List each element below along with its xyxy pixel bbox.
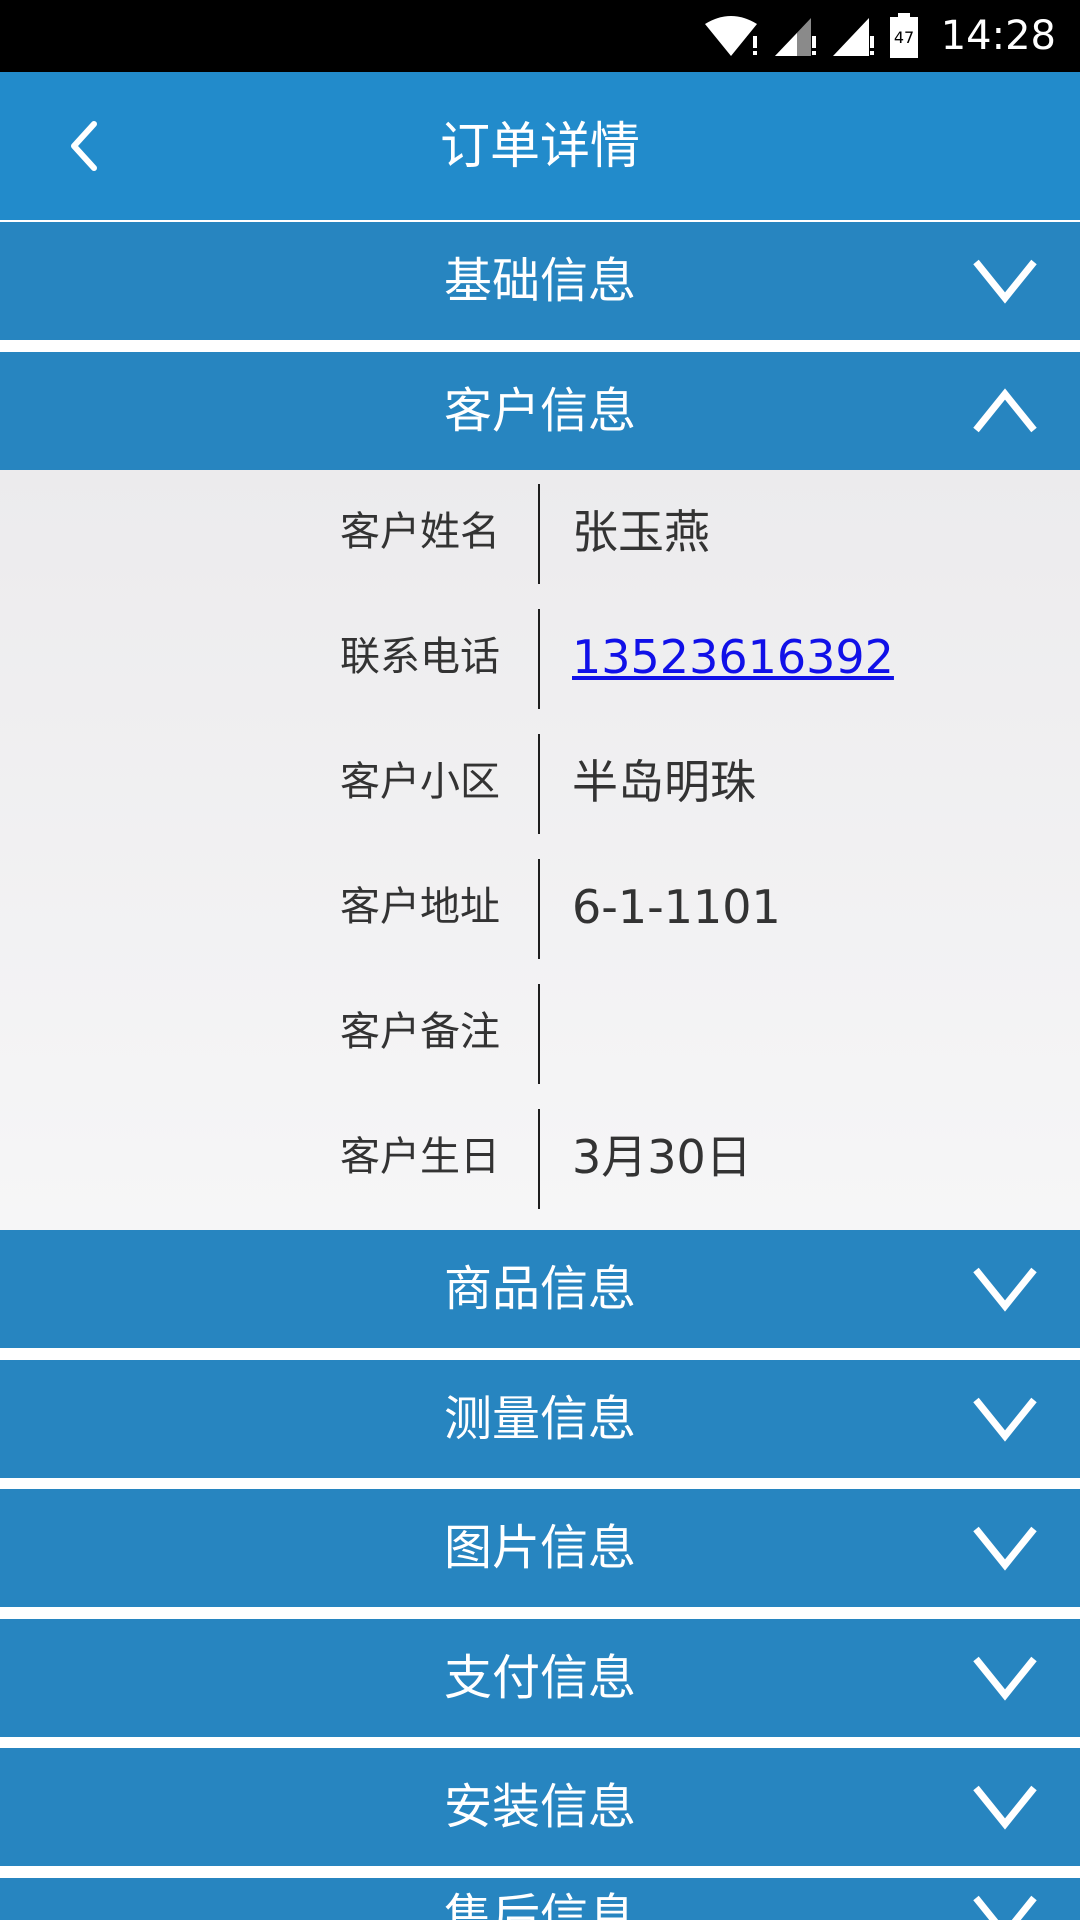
chevron-down-icon: [973, 1895, 1037, 1920]
row-value: [572, 970, 1052, 1095]
section-label: 客户信息: [443, 383, 636, 439]
section-install-info[interactable]: 安装信息: [0, 1748, 1080, 1866]
section-customer-info[interactable]: 客户信息: [0, 352, 1080, 470]
chevron-down-icon: [973, 1397, 1037, 1442]
wifi-icon: [704, 16, 757, 56]
status-time: 14:28: [940, 13, 1056, 59]
signal-icon: [832, 18, 874, 56]
row-value: 张玉燕: [572, 505, 710, 559]
row-divider: [538, 984, 540, 1084]
chevron-up-icon: [973, 388, 1037, 433]
back-arrow-icon: [71, 121, 97, 171]
status-bar: 47 14:28: [0, 0, 1080, 72]
section-product-info[interactable]: 商品信息: [0, 1230, 1080, 1348]
section-label: 安装信息: [443, 1779, 636, 1835]
chevron-down-icon: [973, 1785, 1037, 1830]
chevron-down-icon: [973, 1526, 1037, 1571]
section-label: 图片信息: [443, 1520, 636, 1576]
section-aftersale-info[interactable]: 售后信息: [0, 1878, 1080, 1920]
section-label: 支付信息: [443, 1650, 636, 1706]
customer-info-panel: 客户姓名 张玉燕 联系电话 13523616392 客户小区 半岛明珠 客户地址…: [0, 470, 1080, 1230]
chevron-down-icon: [973, 1267, 1037, 1312]
section-image-info[interactable]: 图片信息: [0, 1489, 1080, 1607]
battery-level: 47: [894, 28, 914, 47]
section-label: 基础信息: [443, 253, 636, 309]
detail-row-phone: 联系电话 13523616392: [0, 595, 1080, 720]
chevron-down-icon: [973, 1656, 1037, 1701]
section-basic-info[interactable]: 基础信息: [0, 222, 1080, 340]
battery-icon: 47: [889, 13, 918, 58]
detail-row-birthday: 客户生日 3月30日: [0, 1095, 1080, 1220]
row-divider: [538, 734, 540, 834]
row-label: 客户地址: [340, 884, 500, 930]
row-label: 联系电话: [340, 634, 500, 680]
row-label: 客户小区: [340, 759, 500, 805]
phone-link[interactable]: 13523616392: [572, 595, 1052, 720]
section-label: 商品信息: [443, 1261, 636, 1317]
detail-row-community: 客户小区 半岛明珠: [0, 720, 1080, 845]
row-label: 客户姓名: [340, 509, 500, 555]
section-label: 测量信息: [443, 1391, 636, 1447]
row-value: 半岛明珠: [572, 755, 756, 809]
section-payment-info[interactable]: 支付信息: [0, 1619, 1080, 1737]
status-icons: 47 14:28: [703, 0, 1056, 72]
row-value: 6-1-1101: [572, 880, 781, 934]
app-header: 订单详情: [0, 72, 1080, 220]
row-divider: [538, 484, 540, 584]
row-label: 客户生日: [340, 1134, 500, 1180]
row-divider: [538, 1109, 540, 1209]
row-divider: [538, 609, 540, 709]
back-button[interactable]: [44, 106, 124, 186]
page-title: 订单详情: [440, 117, 640, 175]
row-label: 客户备注: [340, 1009, 500, 1055]
detail-row-address: 客户地址 6-1-1101: [0, 845, 1080, 970]
detail-row-customer-name: 客户姓名 张玉燕: [0, 470, 1080, 595]
row-divider: [538, 859, 540, 959]
section-label: 售后信息: [443, 1889, 636, 1920]
row-value: 3月30日: [572, 1130, 752, 1184]
chevron-down-icon: [973, 259, 1037, 304]
detail-row-remark: 客户备注: [0, 970, 1080, 1095]
section-measure-info[interactable]: 测量信息: [0, 1360, 1080, 1478]
signal-icon: [774, 18, 816, 56]
